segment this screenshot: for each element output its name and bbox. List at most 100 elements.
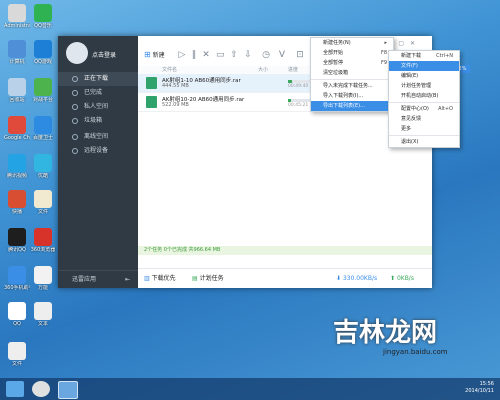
speed-mode-icon: ▥ [144, 275, 150, 282]
chrome-taskbar-icon[interactable] [32, 381, 50, 397]
start-button[interactable] [6, 381, 24, 397]
menu-item[interactable]: 更多 [389, 124, 459, 134]
menu-item[interactable]: 新建下载 Ctrl+N [389, 51, 459, 61]
start-icon[interactable]: ▷ [178, 50, 186, 60]
desktop-icon[interactable]: 万能 [30, 266, 56, 291]
desktop-icon[interactable]: 百度卫士 [30, 116, 56, 141]
watermark: 吉林龙网 jingyan.baidu.com [333, 318, 448, 356]
desktop-icon[interactable]: 文件 [30, 190, 56, 215]
delete-icon[interactable]: ✕ [202, 50, 210, 60]
menu-item[interactable]: 清空垃圾箱 [311, 68, 393, 78]
submenu-arrow-icon: ▸ [384, 40, 387, 46]
trash-icon [72, 118, 78, 124]
desktop-app-icon [8, 4, 26, 22]
download-icon [72, 76, 78, 82]
desktop-icon[interactable]: 360浏览器 [30, 228, 56, 253]
desktop-app-icon [34, 190, 52, 208]
down-icon[interactable]: ⇩ [244, 50, 252, 60]
menu-item[interactable]: 计划任务管理 [389, 81, 459, 91]
archive-file-icon [146, 96, 157, 108]
desktop-icon[interactable]: QQ游戏 [30, 40, 56, 65]
speed-mode-button[interactable]: ▥ 下载优先 [144, 269, 176, 289]
lock-icon [72, 104, 78, 110]
sidebar-item-trash[interactable]: 垃圾箱 [58, 114, 138, 128]
sidebar-item-completed[interactable]: 已完成 [58, 86, 138, 100]
menu-item[interactable]: 导出下载列表(E)... [311, 101, 393, 111]
desktop-app-icon [8, 154, 26, 172]
menu-item[interactable]: 全部开始 F8 [311, 48, 393, 58]
menu-separator [389, 135, 459, 136]
menu-item[interactable]: 全部暂停 F9 [311, 58, 393, 68]
new-task-button[interactable]: ⊞ 新建 [144, 49, 165, 61]
sidebar-item-remote[interactable]: 远程设备 [58, 144, 138, 158]
desktop-app-icon [8, 266, 26, 284]
desktop-app-icon [34, 116, 52, 134]
archive-file-icon [146, 77, 157, 89]
desktop-icon[interactable]: 360手机助手 [4, 266, 30, 291]
menu-item[interactable]: 新建任务(N) ▸ [311, 38, 393, 48]
sidebar-item-downloading[interactable]: 正在下载 [58, 72, 138, 86]
pause-icon[interactable]: ‖ [190, 50, 198, 60]
menu-separator [311, 79, 393, 80]
menu-item[interactable]: 编辑(E) [389, 71, 459, 81]
menu-item[interactable]: 退出(X) [389, 137, 459, 147]
plan-task-button[interactable]: ▤ 计划任务 [192, 269, 224, 289]
desktop-app-icon [8, 40, 26, 58]
sidebar: 点击登录 正在下载 已完成 私人空间 垃圾箱 离线空间 远程设备 迅雷应用 ⇤ [58, 36, 138, 288]
folder-icon[interactable]: ▭ [216, 50, 225, 60]
desktop-icon[interactable]: Administrator [4, 4, 30, 29]
thunder-taskbar-icon[interactable] [58, 381, 78, 399]
maximize-icon[interactable]: ▢ [398, 40, 404, 47]
apps-button[interactable]: 迅雷应用 ⇤ [58, 270, 138, 288]
desktop-icon[interactable]: 文件 [4, 342, 30, 367]
desktop-app-icon [34, 266, 52, 284]
menu-item[interactable]: 意见反馈 [389, 114, 459, 124]
avatar[interactable] [66, 42, 88, 64]
remote-device-icon [72, 148, 78, 154]
progress-fill [288, 99, 291, 102]
desktop-icon[interactable]: QQ [4, 302, 30, 327]
vip-icon[interactable]: V [278, 50, 286, 60]
up-icon[interactable]: ⇧ [230, 50, 238, 60]
desktop-icon[interactable]: 优酷 [30, 154, 56, 179]
desktop-app-icon [8, 342, 26, 360]
desktop-icon[interactable]: 腾讯视频 [4, 154, 30, 179]
collapse-icon[interactable]: ⇤ [125, 271, 130, 289]
desktop-icon[interactable]: Google Chrome [4, 116, 30, 141]
desktop-icon[interactable]: 对战平台 [30, 78, 56, 103]
close-icon[interactable]: ✕ [410, 40, 415, 47]
speed-icon[interactable]: ◷ [262, 50, 270, 60]
desktop-app-icon [34, 302, 52, 320]
main-menu: 新建下载 Ctrl+N 文件(F) 编辑(E) 计划任务管理 开机自动启动(B) 配置中心(… [388, 50, 460, 148]
menu-item[interactable]: 配置中心(O) Alt+O [389, 104, 459, 114]
desktop-app-icon [34, 154, 52, 172]
desktop-app-icon [34, 40, 52, 58]
desktop-icon[interactable]: 回收站 [4, 78, 30, 103]
desktop-app-icon [8, 302, 26, 320]
plus-icon: ⊞ [144, 50, 151, 59]
desktop-app-icon [34, 4, 52, 22]
menu-item[interactable]: 导入下载列表(I)... [311, 91, 393, 101]
desktop-app-icon [34, 78, 52, 96]
progress-fill [288, 80, 292, 83]
desktop-icon[interactable]: QQ音乐 [30, 4, 56, 29]
upload-speed: ⬆ 0KB/s [390, 275, 414, 282]
desktop-app-icon [34, 228, 52, 246]
sidebar-item-private[interactable]: 私人空间 [58, 100, 138, 114]
menu-item[interactable]: 开机自动启动(B) [389, 91, 459, 101]
menu-item[interactable]: 导入未完成下载任务... [311, 81, 393, 91]
desktop-icon[interactable]: 文本 [30, 302, 56, 327]
desktop-icon[interactable]: 快播 [4, 190, 30, 215]
desktop-icon[interactable]: 计算机 [4, 40, 30, 65]
desktop-icon[interactable]: 腾讯QQ [4, 228, 30, 253]
desktop-app-icon [8, 228, 26, 246]
sidebar-item-offline[interactable]: 离线空间 [58, 130, 138, 144]
desktop-app-icon [8, 190, 26, 208]
calendar-icon: ▤ [192, 275, 198, 282]
menu-item[interactable]: 文件(F) [389, 61, 459, 71]
login-label[interactable]: 点击登录 [92, 50, 116, 59]
clock: 15:56 2014/10/11 [465, 381, 494, 394]
menu-separator [389, 102, 459, 103]
open-icon[interactable]: ⊡ [296, 50, 304, 60]
cloud-icon [72, 134, 78, 140]
